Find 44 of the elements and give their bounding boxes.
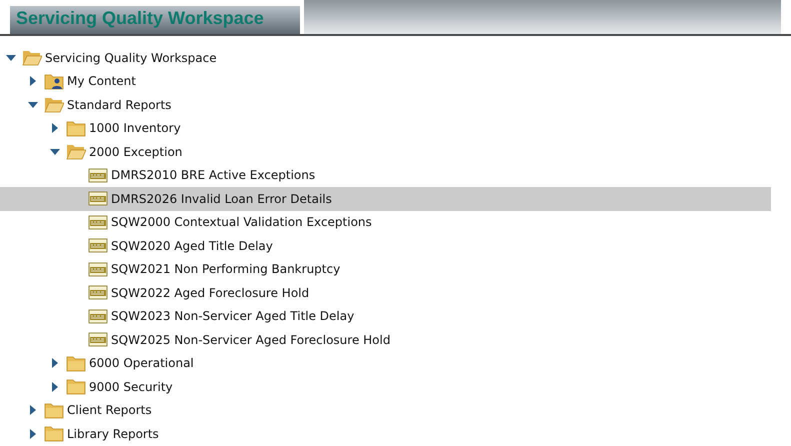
tree-item[interactable]: DMRS2010 BRE Active Exceptions — [0, 164, 791, 187]
workspace-title: Servicing Quality Workspace — [10, 6, 300, 34]
html-document-icon — [88, 166, 108, 184]
folder-icon — [66, 378, 86, 396]
folder-icon — [44, 402, 64, 419]
tree-item[interactable]: SQW2020 Aged Title Delay — [0, 234, 791, 258]
folder-icon — [66, 354, 86, 372]
collapsed-arrow-icon[interactable] — [28, 405, 38, 416]
tree-item[interactable]: My Content — [0, 70, 791, 93]
folder-icon — [44, 425, 64, 442]
tree-item[interactable]: SQW2025 Non-Servicer Aged Foreclosure Hold — [0, 328, 791, 352]
tree-item[interactable]: SQW2000 Contextual Validation Exceptions — [0, 210, 791, 234]
collapsed-arrow-icon[interactable] — [50, 382, 60, 392]
tree-item[interactable]: SQW2021 Non Performing Bankruptcy — [0, 258, 791, 281]
collapsed-arrow-icon[interactable] — [50, 358, 60, 368]
tree-item[interactable]: Library Reports — [0, 422, 791, 446]
tree-item[interactable]: SQW2022 Aged Foreclosure Hold — [0, 281, 791, 304]
tree-item[interactable]: 6000 Operational — [0, 352, 791, 375]
open-folder-icon — [66, 143, 86, 160]
folder-icon — [66, 120, 86, 137]
open-folder-icon — [44, 96, 64, 114]
tree-item[interactable]: DMRS2026 Invalid Loan Error Details — [0, 187, 771, 210]
collapsed-arrow-icon[interactable] — [28, 76, 38, 86]
tree-item[interactable]: Client Reports — [0, 398, 791, 422]
html-document-icon — [88, 237, 108, 254]
open-folder-icon — [22, 49, 42, 66]
tree-item[interactable]: SQW2023 Non-Servicer Aged Title Delay — [0, 304, 791, 328]
html-document-icon — [88, 331, 108, 348]
tree-item[interactable]: Servicing Quality Workspace — [0, 46, 791, 70]
html-document-icon — [88, 190, 108, 208]
html-document-icon — [88, 308, 108, 325]
expanded-arrow-icon[interactable] — [28, 100, 38, 110]
tree-item[interactable]: 1000 Inventory — [0, 116, 791, 140]
user-folder-icon — [44, 72, 64, 90]
tree-item[interactable]: 9000 Security — [0, 375, 791, 398]
tree-item[interactable]: Standard Reports — [0, 93, 791, 116]
html-document-icon — [88, 284, 108, 302]
collapsed-arrow-icon[interactable] — [28, 428, 38, 439]
expanded-arrow-icon[interactable] — [6, 52, 16, 63]
html-document-icon — [88, 260, 108, 278]
html-document-icon — [88, 214, 108, 231]
collapsed-arrow-icon[interactable] — [50, 123, 60, 134]
tree-item[interactable]: 2000 Exception — [0, 140, 791, 164]
expanded-arrow-icon[interactable] — [50, 146, 60, 157]
